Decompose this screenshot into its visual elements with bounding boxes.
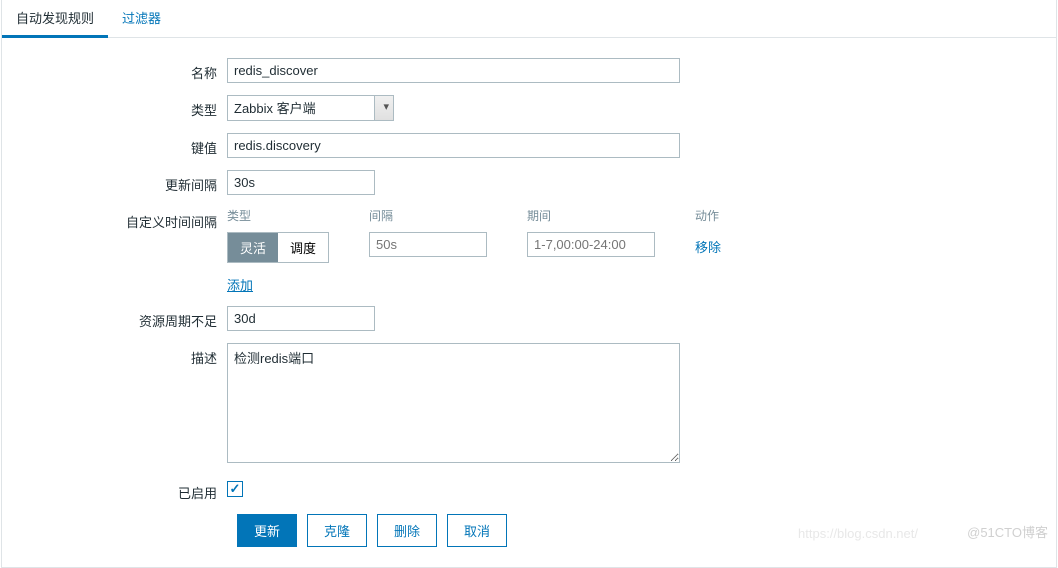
cancel-button[interactable]: 取消 bbox=[447, 514, 507, 547]
delete-button[interactable]: 删除 bbox=[377, 514, 437, 547]
remove-link[interactable]: 移除 bbox=[695, 232, 721, 256]
description-textarea[interactable]: 检测redis端口 bbox=[227, 343, 680, 463]
type-label: 类型 bbox=[2, 95, 227, 119]
resource-input[interactable] bbox=[227, 306, 375, 331]
update-button[interactable]: 更新 bbox=[237, 514, 297, 547]
resource-label: 资源周期不足 bbox=[2, 306, 227, 330]
cit-header-interval: 间隔 bbox=[369, 207, 487, 224]
key-label: 键值 bbox=[2, 133, 227, 157]
cit-header-action: 动作 bbox=[695, 207, 721, 224]
enabled-checkbox[interactable] bbox=[227, 481, 243, 497]
name-label: 名称 bbox=[2, 58, 227, 82]
custom-interval-label: 自定义时间间隔 bbox=[2, 207, 227, 231]
cit-period-input[interactable] bbox=[527, 232, 655, 257]
custom-interval-table: 类型 灵活 调度 间隔 期间 动作 bbox=[227, 207, 1056, 263]
toggle-flexible[interactable]: 灵活 bbox=[228, 233, 278, 262]
add-link[interactable]: 添加 bbox=[227, 275, 253, 294]
interval-label: 更新间隔 bbox=[2, 170, 227, 194]
watermark-51cto: @51CTO博客 bbox=[967, 522, 1048, 541]
form: 名称 类型 Zabbix 客户端 键值 更新间隔 bbox=[2, 38, 1056, 547]
cit-interval-input[interactable] bbox=[369, 232, 487, 257]
type-select[interactable]: Zabbix 客户端 bbox=[227, 95, 394, 121]
tab-filter[interactable]: 过滤器 bbox=[108, 0, 175, 37]
interval-type-toggle: 灵活 调度 bbox=[227, 232, 329, 263]
description-label: 描述 bbox=[2, 343, 227, 367]
button-row: 更新 克隆 删除 取消 bbox=[237, 514, 1056, 547]
enabled-label: 已启用 bbox=[2, 478, 227, 502]
clone-button[interactable]: 克隆 bbox=[307, 514, 367, 547]
tabs: 自动发现规则 过滤器 bbox=[2, 0, 1056, 38]
name-input[interactable] bbox=[227, 58, 680, 83]
key-input[interactable] bbox=[227, 133, 680, 158]
tab-discovery-rule[interactable]: 自动发现规则 bbox=[2, 0, 108, 38]
cit-header-period: 期间 bbox=[527, 207, 655, 224]
interval-input[interactable] bbox=[227, 170, 375, 195]
toggle-scheduling[interactable]: 调度 bbox=[278, 233, 328, 262]
watermark-csdn: https://blog.csdn.net/ bbox=[798, 526, 918, 541]
cit-header-type: 类型 bbox=[227, 207, 329, 224]
